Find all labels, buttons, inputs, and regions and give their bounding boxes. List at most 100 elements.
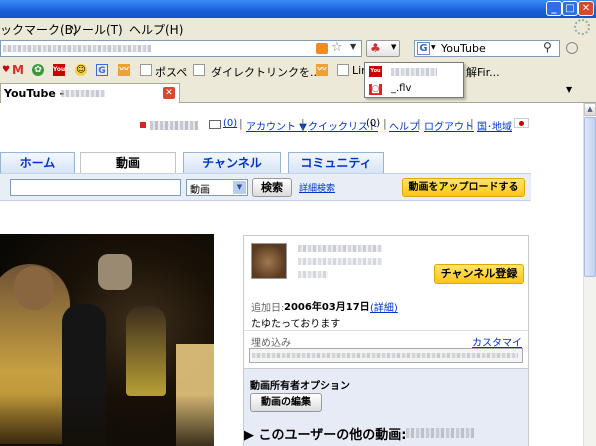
site-search-row: 動画 ▼ 検索 詳細検索 動画をアップロードする bbox=[0, 173, 531, 201]
menu-bar: ックマーク(B) ツール(T) ヘルプ(H) bbox=[0, 18, 596, 39]
page-bookmark-icon[interactable] bbox=[140, 64, 152, 76]
tab-videos[interactable]: 動画 bbox=[80, 152, 176, 174]
advanced-search-link[interactable]: 詳細検索 bbox=[299, 181, 335, 194]
bookmark-red-icon[interactable]: ♥ bbox=[0, 64, 12, 76]
film-icon: ◙ bbox=[369, 84, 382, 95]
japan-flag-icon[interactable] bbox=[514, 118, 529, 128]
username-blurred[interactable] bbox=[150, 121, 198, 130]
divider bbox=[244, 330, 528, 331]
video-player[interactable] bbox=[0, 234, 214, 446]
youtube-icon: You bbox=[369, 66, 382, 77]
youtube-bookmark-icon[interactable]: You bbox=[53, 64, 65, 76]
embed-code-blurred bbox=[252, 353, 518, 358]
throbber-icon bbox=[574, 19, 590, 35]
added-date-label: 追加日: bbox=[251, 303, 285, 314]
tab-community[interactable]: コミュニティ bbox=[288, 152, 384, 174]
separator: | bbox=[470, 117, 474, 130]
dropdown-item-1-blurred[interactable] bbox=[391, 68, 437, 76]
gmail-icon[interactable]: M bbox=[12, 64, 24, 76]
site-search-input[interactable] bbox=[10, 179, 181, 196]
details-link[interactable]: (詳細) bbox=[370, 299, 398, 314]
separator: | bbox=[417, 117, 421, 130]
upload-video-button[interactable]: 動画をアップロードする bbox=[402, 178, 525, 197]
select-arrow-icon[interactable]: ▼ bbox=[233, 181, 246, 194]
separator: | bbox=[301, 117, 305, 130]
url-text-blurred bbox=[3, 45, 151, 52]
url-dropdown-icon[interactable]: ▼ bbox=[350, 42, 356, 51]
help-link[interactable]: ヘルプ bbox=[389, 118, 419, 133]
separator: | bbox=[383, 117, 387, 130]
quicklist-count: (0) bbox=[366, 118, 381, 129]
video-info-box: チャンネル登録 追加日: 2006年03月17日 (詳細) たゆたっております … bbox=[243, 235, 529, 369]
menu-help[interactable]: ヘルプ(H) bbox=[129, 21, 183, 38]
category-select[interactable]: 動画 ▼ bbox=[186, 179, 248, 196]
edit-video-button[interactable]: 動画の編集 bbox=[250, 393, 322, 412]
dropdown-item-flv[interactable]: _.flv bbox=[391, 83, 411, 94]
video-face-left bbox=[14, 266, 54, 310]
owner-meta-blurred bbox=[298, 271, 328, 278]
close-button[interactable]: ✕ bbox=[578, 1, 594, 16]
tab-home[interactable]: ホーム bbox=[0, 152, 75, 174]
video-figure-right bbox=[126, 306, 166, 396]
owner-meta-blurred bbox=[298, 258, 382, 265]
search-magnifier-icon[interactable]: ⚲ bbox=[543, 40, 552, 54]
page-bookmark-icon[interactable] bbox=[193, 64, 205, 76]
window-titlebar[interactable]: _ □ ✕ bbox=[0, 0, 596, 18]
engine-dropdown-icon[interactable]: ▼ bbox=[431, 44, 436, 51]
avatar[interactable] bbox=[251, 243, 287, 279]
settings-icon[interactable] bbox=[566, 42, 578, 54]
maximize-button[interactable]: □ bbox=[562, 1, 578, 16]
added-date: 2006年03月17日 bbox=[284, 302, 370, 313]
tab-close-icon[interactable]: ✕ bbox=[163, 87, 175, 99]
bookmark-fir[interactable]: 解Fir... bbox=[466, 64, 500, 80]
logout-link[interactable]: ログアウト bbox=[424, 118, 474, 133]
region-link[interactable]: 国･地域 bbox=[477, 118, 512, 133]
addon-dropdown-icon[interactable]: ▼ bbox=[391, 43, 396, 51]
bookmarks-bar: ♥ M ✿ You ☺ G 〰 ポスペ ダイレクトリンクを... 〰 Lir 解… bbox=[0, 59, 596, 81]
search-button[interactable]: 検索 bbox=[252, 178, 292, 197]
embed-code-field[interactable] bbox=[249, 348, 523, 363]
menu-bookmarks[interactable]: ックマーク(B) bbox=[0, 21, 78, 38]
embed-label: 埋め込み bbox=[251, 338, 291, 349]
more-videos-heading[interactable]: ▶ このユーザーの他の動画: bbox=[244, 424, 406, 443]
tab-list-dropdown-icon[interactable]: ▼ bbox=[566, 85, 572, 94]
face-bookmark-icon[interactable]: ☺ bbox=[75, 64, 87, 76]
minimize-button[interactable]: _ bbox=[546, 1, 562, 16]
video-light-spot bbox=[98, 254, 132, 290]
google-bookmark-icon[interactable]: G bbox=[96, 64, 108, 76]
addon-icon: ♣ bbox=[370, 41, 381, 55]
scroll-thumb[interactable] bbox=[584, 117, 596, 277]
owner-options-title: 動画所有者オプション bbox=[250, 381, 350, 392]
subscribe-button[interactable]: チャンネル登録 bbox=[434, 264, 524, 284]
tab-channels[interactable]: チャンネル bbox=[183, 152, 281, 174]
green-bookmark-icon[interactable]: ✿ bbox=[32, 64, 44, 76]
page-bookmark-icon[interactable] bbox=[337, 64, 349, 76]
rss-icon[interactable] bbox=[316, 43, 328, 54]
status-dot-icon bbox=[140, 122, 146, 128]
owner-name-blurred[interactable] bbox=[298, 245, 382, 252]
mail-count-link[interactable]: (0) bbox=[223, 118, 237, 129]
category-selected: 動画 bbox=[190, 185, 210, 196]
video-description: たゆたっております bbox=[251, 319, 341, 330]
video-shadow bbox=[0, 394, 214, 446]
rss-bookmark-icon[interactable]: 〰 bbox=[316, 64, 328, 76]
more-videos-user-blurred bbox=[406, 428, 474, 438]
tab-title: YouTube - bbox=[4, 87, 65, 100]
rss-bookmark-icon[interactable]: 〰 bbox=[118, 64, 130, 76]
account-link[interactable]: アカウント ▼ bbox=[246, 118, 307, 133]
browser-tab-youtube[interactable]: YouTube - ✕ bbox=[0, 83, 180, 103]
separator: | bbox=[239, 117, 243, 130]
addon-button[interactable]: ♣ ▼ bbox=[366, 40, 400, 57]
menu-tools[interactable]: ツール(T) bbox=[70, 21, 123, 38]
web-page: (0) | アカウント ▼ | クイックリスト (0) | ヘルプ | ログアウ… bbox=[0, 103, 583, 446]
search-input[interactable]: YouTube bbox=[441, 42, 486, 55]
url-bar[interactable]: ☆ ▼ bbox=[0, 40, 362, 57]
scroll-up-icon[interactable]: ▲ bbox=[584, 103, 596, 116]
search-box[interactable]: G ▼ YouTube ⚲ bbox=[414, 40, 560, 57]
bookmark-direct-link[interactable]: ダイレクトリンクを... bbox=[211, 64, 321, 80]
google-icon[interactable]: G bbox=[417, 42, 430, 55]
vertical-scrollbar[interactable]: ▲ bbox=[583, 103, 596, 446]
mail-icon[interactable] bbox=[209, 120, 221, 129]
star-icon[interactable]: ☆ bbox=[331, 40, 343, 55]
bookmark-pospe[interactable]: ポスペ bbox=[155, 64, 187, 80]
